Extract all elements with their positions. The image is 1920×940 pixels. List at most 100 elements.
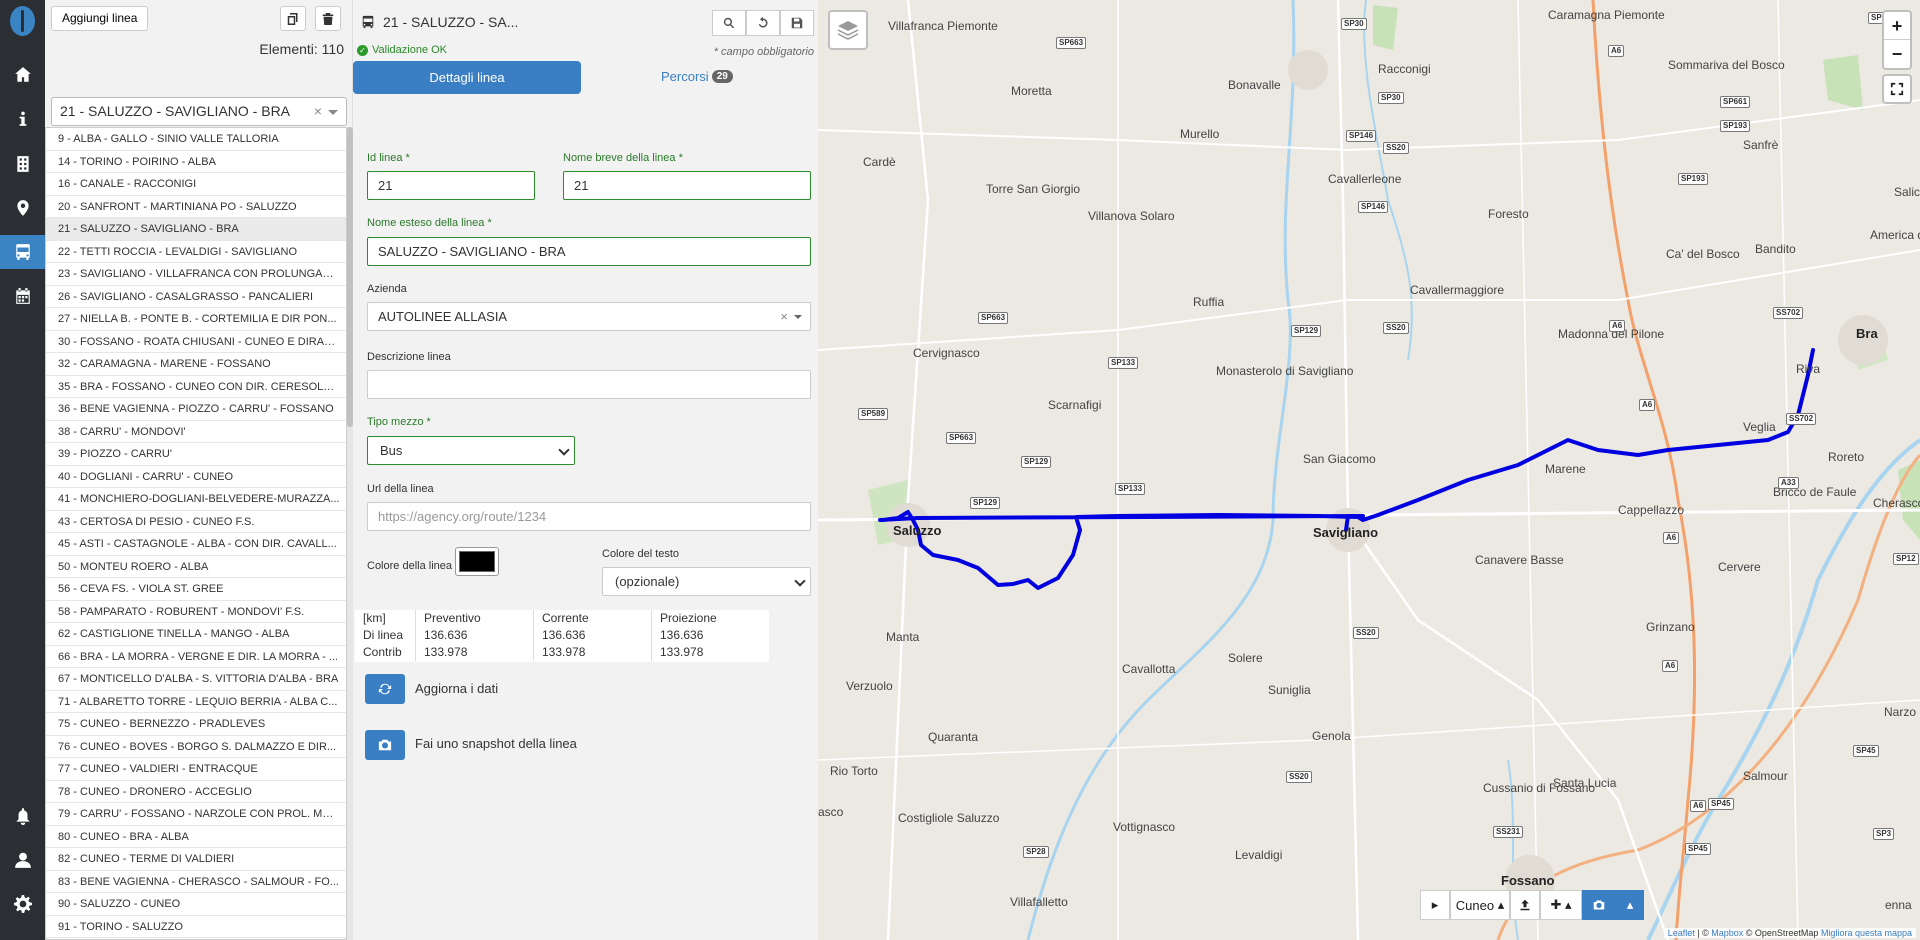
list-item[interactable]: 62 - CASTIGLIONE TINELLA - MANGO - ALBA xyxy=(46,623,346,646)
list-item[interactable]: 21 - SALUZZO - SAVIGLIANO - BRA xyxy=(46,218,346,241)
list-item[interactable]: 58 - PAMPARATO - ROBURENT - MONDOVI' F.S… xyxy=(46,601,346,623)
list-item[interactable]: 43 - CERTOSA DI PESIO - CUNEO F.S. xyxy=(46,511,346,533)
building-icon[interactable] xyxy=(0,147,45,181)
list-item[interactable]: 30 - FOSSANO - ROATA CHIUSANI - CUNEO E … xyxy=(46,331,346,353)
fullscreen-button[interactable] xyxy=(1882,74,1912,104)
list-item[interactable]: 79 - CARRU' - FOSSANO - NARZOLE CON PROL… xyxy=(46,803,346,826)
line-color-picker[interactable] xyxy=(455,547,499,576)
detail-title-text: 21 - SALUZZO - SA... xyxy=(383,14,519,30)
line-selector[interactable]: 21 - SALUZZO - SAVIGLIANO - BRA × xyxy=(51,97,347,126)
list-item[interactable]: 82 - CUNEO - TERME DI VALDIERI xyxy=(46,848,346,871)
region-dropdown[interactable]: Cuneo ▴ xyxy=(1450,890,1510,920)
list-item[interactable]: 77 - CUNEO - VALDIERI - ENTRACQUE xyxy=(46,758,346,781)
logo[interactable] xyxy=(10,6,35,36)
place-label: Bra xyxy=(1856,326,1878,341)
tab-details[interactable]: Dettagli linea xyxy=(353,61,581,94)
list-item[interactable]: 26 - SAVIGLIANO - CASALGRASSO - PANCALIE… xyxy=(46,286,346,308)
road-shield: SS20 xyxy=(1353,627,1379,639)
trash-icon[interactable] xyxy=(315,6,341,31)
short-name-input[interactable]: 21 xyxy=(563,171,811,200)
snapshot-button[interactable] xyxy=(365,730,405,760)
calendar-icon[interactable] xyxy=(0,279,45,313)
list-item[interactable]: 78 - CUNEO - DRONERO - ACCEGLIO xyxy=(46,781,346,803)
clear-icon[interactable]: × xyxy=(780,303,788,330)
description-input[interactable] xyxy=(367,370,811,399)
zoom-out-button[interactable]: − xyxy=(1884,40,1910,68)
long-name-input[interactable]: SALUZZO - SAVIGLIANO - BRA xyxy=(367,237,811,266)
bell-icon[interactable] xyxy=(0,799,45,833)
list-item[interactable]: 22 - TETTI ROCCIA - LEVALDIGI - SAVIGLIA… xyxy=(46,241,346,263)
id-input[interactable]: 21 xyxy=(367,171,535,200)
list-item[interactable]: 38 - CARRU' - MONDOVI' xyxy=(46,421,346,443)
list-item[interactable]: 16 - CANALE - RACCONIGI xyxy=(46,173,346,196)
zoom-in-button[interactable]: + xyxy=(1884,12,1910,40)
list-item[interactable]: 75 - CUNEO - BERNEZZO - PRADLEVES xyxy=(46,713,346,736)
list-item[interactable]: 80 - CUNEO - BRA - ALBA xyxy=(46,826,346,848)
leaflet-link[interactable]: Leaflet xyxy=(1668,928,1695,938)
home-icon[interactable] xyxy=(0,58,45,92)
list-item[interactable]: 20 - SANFRONT - MARTINIANA PO - SALUZZO xyxy=(46,196,346,218)
list-item[interactable]: 66 - BRA - LA MORRA - VERGNE E DIR. LA M… xyxy=(46,646,346,668)
list-item[interactable]: 14 - TORINO - POIRINO - ALBA xyxy=(46,151,346,173)
chevron-up-icon[interactable]: ▴ xyxy=(1616,890,1644,920)
road-shield: SP663 xyxy=(946,432,977,444)
list-item[interactable]: 27 - NIELLA B. - PONTE B. - CORTEMILIA E… xyxy=(46,308,346,331)
chevron-down-icon[interactable] xyxy=(558,444,570,456)
refresh-button[interactable] xyxy=(365,674,405,704)
list-item[interactable]: 35 - BRA - FOSSANO - CUNEO CON DIR. CERE… xyxy=(46,376,346,398)
list-item[interactable]: 90 - SALUZZO - CUNEO xyxy=(46,893,346,916)
mapbox-link[interactable]: Mapbox xyxy=(1711,928,1743,938)
copy-icon[interactable] xyxy=(280,6,306,31)
gear-icon[interactable] xyxy=(0,887,45,921)
list-item[interactable]: 83 - BENE VAGIENNA - CHERASCO - SALMOUR … xyxy=(46,871,346,893)
list-item[interactable]: 40 - DOGLIANI - CARRU' - CUNEO xyxy=(46,466,346,488)
list-item[interactable]: 76 - CUNEO - BOVES - BORGO S. DALMAZZO E… xyxy=(46,736,346,758)
place-label: Villafalletto xyxy=(1010,895,1068,909)
list-item[interactable]: 39 - PIOZZO - CARRU' xyxy=(46,443,346,466)
user-icon[interactable] xyxy=(0,843,45,877)
chevron-down-icon[interactable] xyxy=(328,110,338,115)
map[interactable]: Villafranca Piemonte Moretta Cardè Torre… xyxy=(818,0,1920,940)
url-input[interactable]: https://agency.org/route/1234 xyxy=(367,502,811,531)
list-item[interactable]: 71 - ALBARETTO TORRE - LEQUIO BERRIA - A… xyxy=(46,691,346,713)
list-item[interactable]: 67 - MONTICELLO D'ALBA - S. VITTORIA D'A… xyxy=(46,668,346,691)
layers-button[interactable] xyxy=(828,10,868,50)
upload-icon[interactable] xyxy=(1510,890,1540,920)
description-label: Descrizione linea xyxy=(367,351,451,363)
road-shield: SP661 xyxy=(1720,96,1751,108)
place-label: Cherasco xyxy=(1873,496,1920,510)
improve-map-link[interactable]: Migliora questa mappa xyxy=(1821,928,1912,938)
list-item[interactable]: 23 - SAVIGLIANO - VILLAFRANCA CON PROLUN… xyxy=(46,263,346,286)
snapshot-label[interactable]: Fai uno snapshot della linea xyxy=(415,736,577,751)
place-label: Santa Lucia xyxy=(1553,776,1617,790)
clear-icon[interactable]: × xyxy=(314,98,322,125)
list-item[interactable]: 32 - CARAMAGNA - MARENE - FOSSANO xyxy=(46,353,346,376)
add-line-button[interactable]: Aggiungi linea xyxy=(51,6,149,31)
save-icon[interactable] xyxy=(780,10,814,36)
undo-icon[interactable] xyxy=(746,10,780,36)
chevron-down-icon[interactable] xyxy=(794,315,802,319)
play-icon[interactable]: ▸ xyxy=(1420,890,1450,920)
list-item[interactable]: 91 - TORINO - SALUZZO xyxy=(46,916,346,938)
map-marker-icon[interactable] xyxy=(0,191,45,225)
agency-select[interactable]: AUTOLINEE ALLASIA × xyxy=(367,302,811,331)
list-item[interactable]: 56 - CEVA FS. - VIOLA ST. GREE xyxy=(46,578,346,601)
list-item[interactable]: 9 - ALBA - GALLO - SINIO VALLE TALLORIA xyxy=(46,128,346,151)
vehicle-type-select[interactable]: Bus xyxy=(367,436,575,465)
place-label: Monasterolo di Savigliano xyxy=(1216,364,1354,378)
place-label: Vottignasco xyxy=(1113,820,1176,834)
info-icon[interactable] xyxy=(0,102,45,136)
list-item[interactable]: 41 - MONCHIERO-DOGLIANI-BELVEDERE-MURAZZ… xyxy=(46,488,346,511)
vehicle-type-value: Bus xyxy=(380,443,403,458)
list-item[interactable]: 50 - MONTEU ROERO - ALBA xyxy=(46,556,346,578)
tab-routes[interactable]: Percorsi 29 xyxy=(661,69,733,84)
bus-icon[interactable] xyxy=(0,235,45,269)
text-color-select[interactable]: (opzionale) xyxy=(602,567,811,596)
list-item[interactable]: 45 - ASTI - CASTAGNOLE - ALBA - CON DIR.… xyxy=(46,533,346,556)
chevron-down-icon[interactable] xyxy=(794,575,806,587)
search-icon[interactable] xyxy=(712,10,746,36)
list-item[interactable]: 36 - BENE VAGIENNA - PIOZZO - CARRU' - F… xyxy=(46,398,346,421)
refresh-label[interactable]: Aggiorna i dati xyxy=(415,681,498,696)
add-menu-button[interactable]: ✚ ▴ xyxy=(1540,890,1582,920)
camera-icon[interactable] xyxy=(1582,890,1616,920)
